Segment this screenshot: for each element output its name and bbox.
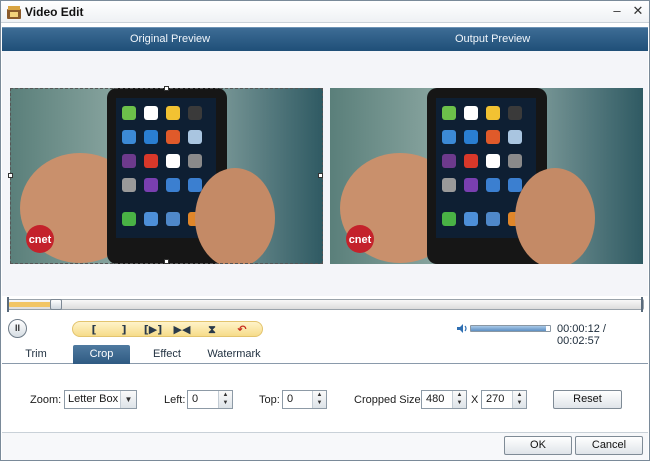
tab-watermark[interactable]: Watermark: [202, 345, 266, 364]
left-increment-icon[interactable]: ▲: [219, 391, 232, 399]
crop-height-value[interactable]: 270: [486, 393, 504, 405]
output-video-frame: cnet: [330, 88, 643, 264]
left-decrement-icon[interactable]: ▼: [219, 399, 232, 407]
crop-handle-bottom[interactable]: [164, 259, 169, 264]
output-preview-label: Output Preview: [455, 33, 531, 45]
zoom-label: Zoom:: [30, 394, 62, 406]
timeline-slider[interactable]: [7, 297, 644, 312]
crop-height-stepper[interactable]: 270 ▲ ▼: [481, 390, 527, 409]
undo-button[interactable]: ↶: [233, 322, 251, 337]
current-time: 00:00:12: [557, 323, 600, 335]
set-start-button[interactable]: [: [85, 322, 103, 337]
set-end-button[interactable]: ]: [115, 322, 133, 337]
close-button[interactable]: ✕: [631, 4, 645, 18]
cropped-size-label: Cropped Size:: [354, 394, 424, 406]
chevron-down-icon[interactable]: ▼: [120, 391, 136, 408]
size-separator: X: [471, 394, 479, 406]
title-bar: Video Edit – ✕: [1, 1, 649, 23]
volume-icon[interactable]: [456, 323, 468, 334]
jump-start-button[interactable]: ▶◀: [171, 322, 193, 337]
video-edit-window: Video Edit – ✕ Original Preview Output P…: [0, 0, 650, 461]
pause-button[interactable]: II: [8, 319, 27, 338]
window-title: Video Edit: [25, 5, 84, 19]
reset-button[interactable]: Reset: [553, 390, 622, 409]
tab-trim[interactable]: Trim: [14, 345, 58, 364]
original-preview-label: Original Preview: [130, 33, 211, 45]
crop-handle-top[interactable]: [164, 86, 169, 91]
crop-width-stepper[interactable]: 480 ▲ ▼: [421, 390, 467, 409]
play-segment-button[interactable]: [▶]: [141, 322, 165, 337]
crop-width-value[interactable]: 480: [426, 393, 444, 405]
zoom-select[interactable]: Letter Box ▼: [64, 390, 137, 409]
cnet-watermark-output: cnet: [349, 234, 372, 246]
ok-button[interactable]: OK: [504, 436, 572, 455]
top-label: Top:: [259, 394, 280, 406]
volume-slider[interactable]: [470, 325, 551, 332]
top-decrement-icon[interactable]: ▼: [313, 399, 326, 407]
timeline-end-marker[interactable]: [641, 297, 643, 312]
top-value[interactable]: 0: [287, 393, 293, 405]
time-separator: /: [599, 323, 606, 335]
split-button[interactable]: ⧗: [203, 322, 221, 337]
cancel-button[interactable]: Cancel: [575, 436, 643, 455]
top-stepper-buttons: ▲ ▼: [312, 391, 326, 408]
left-stepper-buttons: ▲ ▼: [218, 391, 232, 408]
top-increment-icon[interactable]: ▲: [313, 391, 326, 399]
volume-level-fill: [471, 326, 546, 331]
zoom-value: Letter Box: [68, 393, 119, 405]
crop-handle-left[interactable]: [8, 173, 13, 178]
timeline-thumb[interactable]: [50, 299, 62, 310]
width-decrement-icon[interactable]: ▼: [453, 399, 466, 407]
crop-handle-right[interactable]: [318, 173, 323, 178]
edit-tabs: Trim Crop Effect Watermark: [2, 344, 648, 364]
height-increment-icon[interactable]: ▲: [513, 391, 526, 399]
preview-area: cnet cnet: [2, 51, 648, 296]
left-label: Left:: [164, 394, 186, 406]
tab-effect[interactable]: Effect: [142, 345, 192, 364]
left-stepper[interactable]: 0 ▲ ▼: [187, 390, 233, 409]
preview-header: Original Preview Output Preview: [2, 27, 648, 51]
left-value[interactable]: 0: [192, 393, 198, 405]
edit-toolbar: [ ] [▶] ▶◀ ⧗ ↶: [72, 321, 263, 337]
output-preview: cnet: [330, 88, 643, 264]
minimize-button[interactable]: –: [610, 4, 624, 18]
timeline-progress-fill: [9, 302, 53, 307]
width-increment-icon[interactable]: ▲: [453, 391, 466, 399]
crop-frame[interactable]: [8, 86, 323, 264]
crop-height-stepper-buttons: ▲ ▼: [512, 391, 526, 408]
top-stepper[interactable]: 0 ▲ ▼: [282, 390, 327, 409]
crop-width-stepper-buttons: ▲ ▼: [452, 391, 466, 408]
app-logo-icon: [7, 6, 21, 19]
height-decrement-icon[interactable]: ▼: [513, 399, 526, 407]
tab-crop[interactable]: Crop: [73, 345, 130, 364]
